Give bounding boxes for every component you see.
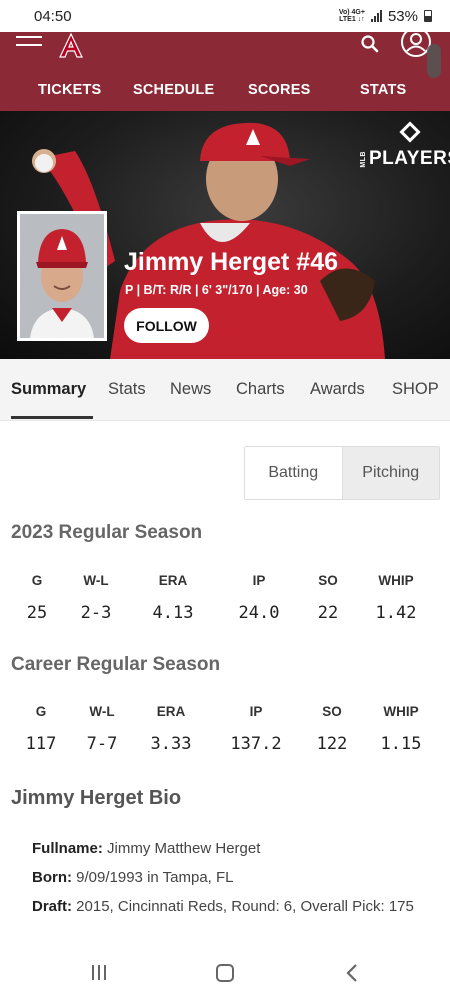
stat-header: ERA bbox=[156, 704, 186, 719]
bio-draft: Draft: 2015, Cincinnati Reds, Round: 6, … bbox=[32, 898, 414, 915]
stat-value: 117 bbox=[25, 734, 57, 754]
nav-tickets[interactable]: TICKETS bbox=[38, 82, 101, 98]
signal-icon bbox=[370, 10, 382, 22]
stat-header: G bbox=[35, 704, 47, 719]
site-header: TICKETS SCHEDULE SCORES STATS bbox=[0, 27, 450, 111]
stat-header: W-L bbox=[83, 573, 109, 588]
status-bar: 04:50 Vo) 4G+ LTE1 ↓↑ 53% bbox=[0, 0, 450, 32]
batting-button[interactable]: Batting bbox=[245, 447, 342, 499]
headshot-portrait-image bbox=[20, 214, 104, 338]
system-nav-bar bbox=[0, 950, 450, 1000]
stat-header: IP bbox=[249, 704, 263, 719]
status-time: 04:50 bbox=[34, 7, 72, 25]
stat-header: G bbox=[31, 573, 43, 588]
stat-header: WHIP bbox=[378, 573, 414, 588]
battery-icon bbox=[424, 10, 432, 22]
status-indicators: Vo) 4G+ LTE1 ↓↑ 53% bbox=[339, 8, 432, 25]
nav-schedule[interactable]: SCHEDULE bbox=[133, 82, 214, 98]
tab-summary[interactable]: Summary bbox=[11, 380, 86, 399]
stat-value: 7-7 bbox=[86, 734, 118, 754]
search-icon[interactable] bbox=[360, 34, 380, 54]
tab-shop[interactable]: SHOP bbox=[392, 380, 439, 399]
tab-awards[interactable]: Awards bbox=[310, 380, 365, 399]
stat-value: 1.42 bbox=[375, 603, 417, 623]
stat-header: ERA bbox=[158, 573, 188, 588]
stat-value: 25 bbox=[26, 603, 48, 623]
team-logo-icon[interactable] bbox=[58, 32, 84, 58]
home-icon[interactable] bbox=[216, 964, 234, 982]
batting-pitching-toggle: Batting Pitching bbox=[244, 446, 440, 500]
career-title: Career Regular Season bbox=[11, 654, 221, 675]
recent-apps-icon[interactable] bbox=[92, 965, 106, 980]
bio-title: Jimmy Herget Bio bbox=[11, 787, 182, 809]
diamond-icon bbox=[399, 121, 421, 143]
mlb-players-logo: MLB PLAYERS bbox=[360, 121, 450, 170]
stat-header: WHIP bbox=[383, 704, 419, 719]
player-hero: MLB PLAYERS Jimmy Herget #46 P | B/T: R/… bbox=[0, 111, 450, 359]
bio-fullname: Fullname: Jimmy Matthew Herget bbox=[32, 840, 261, 857]
stat-value: 2-3 bbox=[80, 603, 112, 623]
season-2023-headers: G W-L ERA IP SO WHIP bbox=[0, 573, 450, 593]
stat-value: 4.13 bbox=[152, 603, 194, 623]
stat-header: W-L bbox=[89, 704, 115, 719]
career-headers: G W-L ERA IP SO WHIP bbox=[0, 704, 450, 724]
stat-header: SO bbox=[318, 573, 338, 588]
career-values: 117 7-7 3.33 137.2 122 1.15 bbox=[0, 734, 450, 754]
battery-percent: 53% bbox=[387, 7, 418, 25]
stat-value: 24.0 bbox=[238, 603, 280, 623]
network-indicator: Vo) 4G+ LTE1 ↓↑ bbox=[338, 9, 365, 23]
player-headshot bbox=[17, 211, 107, 341]
tab-news[interactable]: News bbox=[170, 380, 211, 399]
bio-born: Born: 9/09/1993 in Tampa, FL bbox=[32, 869, 234, 886]
player-name: Jimmy Herget #46 bbox=[124, 248, 339, 276]
season-2023-values: 25 2-3 4.13 24.0 22 1.42 bbox=[0, 603, 450, 623]
stat-value: 1.15 bbox=[380, 734, 422, 754]
follow-button[interactable]: FOLLOW bbox=[124, 308, 209, 343]
stat-value: 22 bbox=[317, 603, 339, 623]
pitching-button[interactable]: Pitching bbox=[341, 447, 439, 499]
nav-scores[interactable]: SCORES bbox=[248, 82, 310, 98]
tab-charts[interactable]: Charts bbox=[236, 380, 285, 399]
stat-value: 137.2 bbox=[230, 734, 282, 754]
stat-value: 122 bbox=[316, 734, 348, 754]
stat-header: SO bbox=[322, 704, 342, 719]
stat-header: IP bbox=[252, 573, 266, 588]
tab-stats[interactable]: Stats bbox=[108, 380, 146, 399]
stat-value: 3.33 bbox=[150, 734, 192, 754]
active-tab-indicator bbox=[11, 416, 93, 419]
menu-icon[interactable] bbox=[16, 36, 42, 54]
player-tabs: Summary Stats News Charts Awards SHOP bbox=[0, 359, 450, 421]
back-icon[interactable] bbox=[345, 962, 359, 984]
player-meta: P | B/T: R/R | 6' 3"/170 | Age: 30 bbox=[125, 283, 308, 297]
season-2023-title: 2023 Regular Season bbox=[11, 522, 203, 543]
scroll-handle[interactable] bbox=[427, 44, 441, 78]
nav-stats[interactable]: STATS bbox=[360, 82, 406, 98]
